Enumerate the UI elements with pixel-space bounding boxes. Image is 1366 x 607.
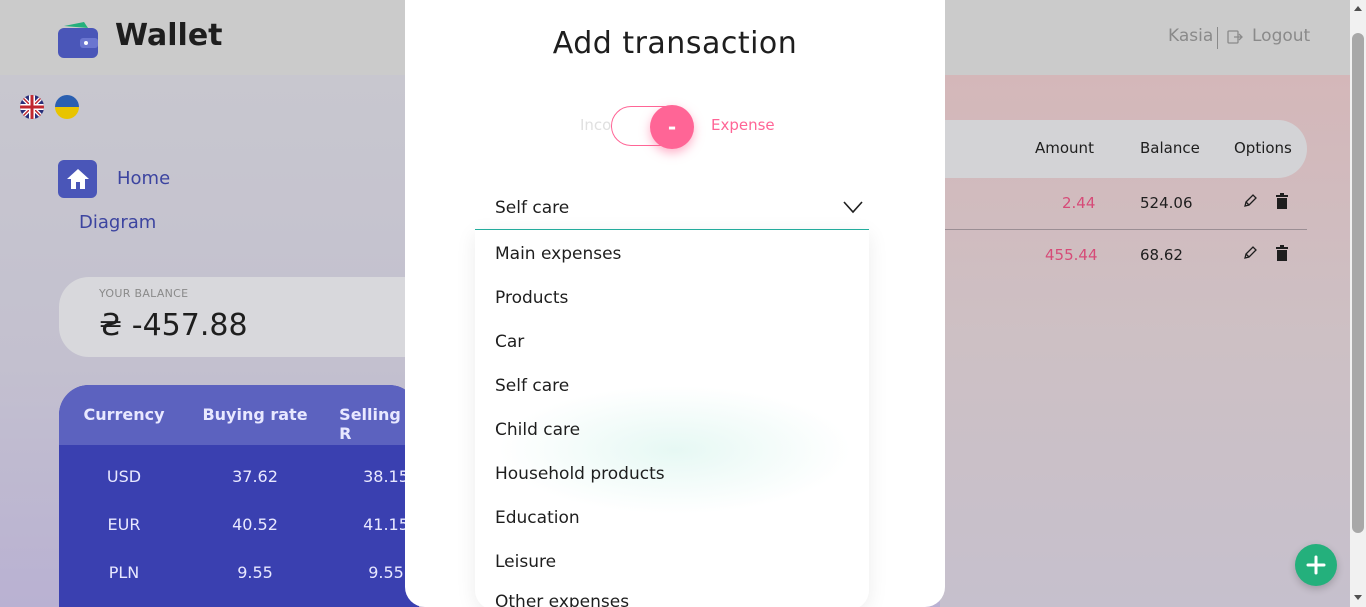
currency-header-currency: Currency — [83, 405, 165, 424]
currency-cell: 38.15 — [363, 467, 409, 486]
plus-icon — [1306, 555, 1326, 575]
scroll-thumb[interactable] — [1352, 33, 1364, 533]
app-title: Wallet — [115, 18, 223, 53]
minus-icon: - — [667, 115, 677, 139]
trash-icon[interactable] — [1275, 245, 1289, 261]
category-option[interactable]: Education — [495, 508, 580, 528]
english-flag-icon[interactable] — [20, 95, 44, 119]
currency-cell: EUR — [107, 515, 141, 534]
currency-table: Currency Buying rate Selling R USD 37.62… — [59, 385, 419, 607]
tx-header-options: Options — [1234, 139, 1292, 157]
tx-row-divider — [940, 229, 1307, 230]
currency-header-selling: Selling R — [339, 405, 401, 443]
tx-amount: 455.44 — [1045, 246, 1098, 264]
category-option[interactable]: Products — [495, 288, 568, 308]
currency-cell: USD — [106, 467, 142, 486]
scroll-down-arrow-icon[interactable] — [1354, 595, 1362, 600]
add-transaction-modal: Add transaction Income - Expense Self ca… — [405, 0, 945, 607]
currency-cell: 9.55 — [368, 563, 404, 582]
user-name: Kasia — [1168, 26, 1214, 46]
pencil-icon[interactable] — [1243, 193, 1257, 209]
pencil-icon[interactable] — [1243, 245, 1257, 261]
toggle-knob[interactable]: - — [650, 105, 694, 149]
currency-header-buying: Buying rate — [202, 405, 308, 424]
currency-cell: PLN — [108, 563, 140, 582]
category-selected-value: Self care — [495, 198, 570, 218]
category-option[interactable]: Main expenses — [495, 244, 621, 264]
balance-card: YOUR BALANCE ₴ -457.88 — [59, 277, 439, 357]
category-option[interactable]: Other expenses — [495, 592, 629, 607]
category-option[interactable]: Self care — [495, 376, 569, 396]
ukrainian-flag-icon[interactable] — [55, 95, 79, 119]
currency-cell: 41.15 — [363, 515, 409, 534]
category-dropdown: Main expenses Products Car Self care Chi… — [475, 230, 869, 607]
logout-icon[interactable] — [1227, 29, 1243, 45]
nav-home-button[interactable] — [58, 160, 97, 198]
chevron-down-icon[interactable] — [843, 200, 863, 214]
expense-label[interactable]: Expense — [711, 116, 775, 134]
page-scrollbar[interactable] — [1350, 0, 1366, 607]
category-option[interactable]: Car — [495, 332, 524, 352]
category-select[interactable]: Self care — [475, 190, 869, 230]
tx-header-amount: Amount — [1035, 139, 1094, 157]
trash-icon[interactable] — [1275, 193, 1289, 209]
home-icon — [66, 169, 89, 189]
tx-balance: 524.06 — [1140, 194, 1193, 212]
header-divider — [1217, 27, 1218, 49]
tx-balance: 68.62 — [1140, 246, 1183, 264]
modal-title: Add transaction — [552, 26, 798, 61]
wallet-icon — [58, 22, 98, 58]
balance-value: ₴ -457.88 — [99, 308, 248, 343]
balance-title: YOUR BALANCE — [99, 287, 189, 300]
category-option[interactable]: Leisure — [495, 552, 556, 572]
currency-cell: 37.62 — [232, 467, 278, 486]
category-option[interactable]: Child care — [495, 420, 580, 440]
tx-amount: 2.44 — [1062, 194, 1096, 212]
nav-diagram-link[interactable]: Diagram — [79, 212, 156, 233]
tx-header-balance: Balance — [1140, 139, 1200, 157]
scroll-up-arrow-icon[interactable] — [1354, 6, 1362, 11]
add-transaction-button[interactable] — [1295, 544, 1337, 586]
currency-cell: 9.55 — [237, 563, 273, 582]
category-option[interactable]: Household products — [495, 464, 665, 484]
nav-home-link[interactable]: Home — [117, 168, 170, 189]
currency-cell: 40.52 — [232, 515, 278, 534]
logout-button[interactable]: Logout — [1252, 26, 1310, 46]
